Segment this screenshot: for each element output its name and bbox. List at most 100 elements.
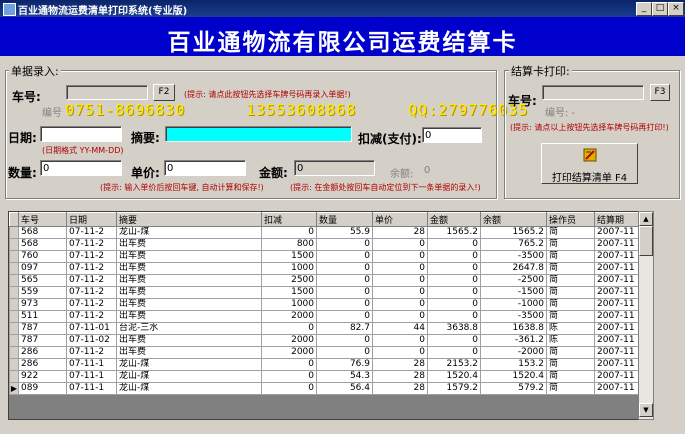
table-cell[interactable]: 0	[316, 298, 373, 311]
table-cell[interactable]: 0	[372, 274, 428, 287]
table-cell[interactable]: 出车费	[116, 334, 262, 347]
table-cell[interactable]: 3638.8	[427, 322, 481, 335]
table-cell[interactable]: 1500	[261, 250, 317, 263]
table-row[interactable]: 760 07-11-2 出车费 1500 0 0 0 -3500 简 2007-11	[9, 250, 638, 263]
table-cell[interactable]: 28	[372, 382, 428, 395]
table-cell[interactable]: 07-11-2	[66, 298, 117, 311]
entry-price-input[interactable]: 0	[164, 160, 246, 176]
table-cell[interactable]: 2007-11	[594, 310, 638, 323]
table-cell[interactable]: 765.2	[480, 238, 547, 251]
table-cell[interactable]: 0	[427, 310, 481, 323]
table-cell[interactable]: 973	[18, 298, 67, 311]
table-cell[interactable]: 559	[18, 286, 67, 299]
table-cell[interactable]: 0	[427, 286, 481, 299]
table-cell[interactable]: 0	[372, 250, 428, 263]
table-cell[interactable]: 0	[372, 310, 428, 323]
table-cell[interactable]: 陈	[546, 322, 595, 335]
table-cell[interactable]: 286	[18, 358, 67, 371]
table-cell[interactable]: 56.4	[316, 382, 373, 395]
table-cell[interactable]: 简	[546, 298, 595, 311]
table-cell[interactable]: 出车费	[116, 346, 262, 359]
table-cell[interactable]: 2007-11	[594, 274, 638, 287]
table-cell[interactable]: 2007-11	[594, 346, 638, 359]
table-cell[interactable]: 07-11-1	[66, 358, 117, 371]
table-cell[interactable]: 07-11-2	[66, 310, 117, 323]
table-cell[interactable]: 0	[261, 358, 317, 371]
table-cell[interactable]: 2007-11	[594, 286, 638, 299]
table-row[interactable]: 511 07-11-2 出车费 2000 0 0 0 -3500 简 2007-11	[9, 310, 638, 323]
print-plate-input[interactable]	[542, 85, 644, 100]
table-cell[interactable]: 简	[546, 370, 595, 383]
table-cell[interactable]: 0	[427, 238, 481, 251]
table-cell[interactable]: 2007-11	[594, 382, 638, 395]
grid-vertical-scrollbar[interactable]: ▲ ▼	[638, 211, 654, 420]
table-cell[interactable]: 简	[546, 274, 595, 287]
table-cell[interactable]: 1579.2	[427, 382, 481, 395]
col-header[interactable]: 结算期	[594, 212, 638, 227]
table-cell[interactable]: 568	[18, 238, 67, 251]
table-cell[interactable]: 0	[427, 298, 481, 311]
row-indicator[interactable]	[9, 298, 19, 311]
col-header[interactable]: 单价	[372, 212, 428, 227]
table-cell[interactable]: 2000	[261, 346, 317, 359]
table-cell[interactable]: 579.2	[480, 382, 547, 395]
table-cell[interactable]: 0	[316, 346, 373, 359]
col-header[interactable]: 余额	[480, 212, 547, 227]
entry-amount-input[interactable]: 0	[294, 160, 375, 176]
table-row[interactable]: 787 07-11-01 台泥-三水 0 82.7 44 3638.8 1638.8 陈 2007…	[9, 322, 638, 335]
table-row[interactable]: 568 07-11-2 出车费 800 0 0 0 765.2 简 2007-11	[9, 238, 638, 251]
table-cell[interactable]: 0	[316, 262, 373, 275]
col-header[interactable]: 摘要	[116, 212, 262, 227]
table-cell[interactable]: 2007-11	[594, 238, 638, 251]
table-cell[interactable]: 2007-11	[594, 334, 638, 347]
col-header[interactable]: 扣减	[261, 212, 317, 227]
table-cell[interactable]: 2153.2	[427, 358, 481, 371]
table-cell[interactable]: 出车费	[116, 262, 262, 275]
table-cell[interactable]: 07-11-01	[66, 322, 117, 335]
table-cell[interactable]: 0	[372, 238, 428, 251]
table-cell[interactable]: 出车费	[116, 250, 262, 263]
table-cell[interactable]: 76.9	[316, 358, 373, 371]
table-row[interactable]: 568 07-11-2 龙山-煤 0 55.9 28 1565.2 1565.2 简 2007-1…	[9, 226, 638, 239]
table-cell[interactable]: 2000	[261, 310, 317, 323]
table-cell[interactable]: 1565.2	[427, 226, 481, 239]
table-cell[interactable]: 0	[427, 274, 481, 287]
row-indicator[interactable]	[9, 226, 19, 239]
table-cell[interactable]: 出车费	[116, 274, 262, 287]
table-cell[interactable]: 1565.2	[480, 226, 547, 239]
table-cell[interactable]: 简	[546, 286, 595, 299]
table-row[interactable]: 787 07-11-02 出车费 2000 0 0 0 -361.2 陈 2007-11	[9, 334, 638, 347]
table-cell[interactable]: 153.2	[480, 358, 547, 371]
table-cell[interactable]: 800	[261, 238, 317, 251]
minimize-button[interactable]: _	[636, 2, 652, 16]
entry-date-input[interactable]	[40, 126, 122, 142]
table-row[interactable]: ▶ 089 07-11-1 龙山-煤 0 56.4 28 1579.2 579.2 简 2007-1…	[9, 382, 638, 395]
entry-deduct-input[interactable]: 0	[422, 127, 482, 143]
table-cell[interactable]: 龙山-煤	[116, 226, 262, 239]
table-cell[interactable]: 0	[372, 346, 428, 359]
table-row[interactable]: 286 07-11-2 出车费 2000 0 0 0 -2000 简 2007-11	[9, 346, 638, 359]
table-row[interactable]: 286 07-11-1 龙山-煤 0 76.9 28 2153.2 153.2 简 2007-11	[9, 358, 638, 371]
table-cell[interactable]: 简	[546, 238, 595, 251]
table-cell[interactable]: 1000	[261, 262, 317, 275]
table-cell[interactable]: 511	[18, 310, 67, 323]
maximize-button[interactable]: □	[652, 2, 668, 16]
row-indicator[interactable]	[9, 238, 19, 251]
table-cell[interactable]: 0	[316, 310, 373, 323]
scroll-thumb[interactable]	[639, 226, 653, 256]
table-cell[interactable]: 0	[261, 370, 317, 383]
table-cell[interactable]: -2000	[480, 346, 547, 359]
f3-plate-select-button[interactable]: F3	[650, 84, 670, 101]
table-cell[interactable]: -3500	[480, 250, 547, 263]
col-header[interactable]: 操作员	[546, 212, 595, 227]
table-cell[interactable]: 0	[427, 346, 481, 359]
table-cell[interactable]: 2000	[261, 334, 317, 347]
print-settlement-button[interactable]: 打印结算清单 F4	[541, 143, 638, 184]
row-indicator[interactable]: ▶	[9, 382, 19, 395]
col-header[interactable]: 金额	[427, 212, 481, 227]
table-cell[interactable]: 1520.4	[480, 370, 547, 383]
row-indicator[interactable]	[9, 334, 19, 347]
table-row[interactable]: 559 07-11-2 出车费 1500 0 0 0 -1500 简 2007-11	[9, 286, 638, 299]
table-cell[interactable]: 07-11-2	[66, 274, 117, 287]
scroll-down-arrow-icon[interactable]: ▼	[639, 403, 653, 417]
